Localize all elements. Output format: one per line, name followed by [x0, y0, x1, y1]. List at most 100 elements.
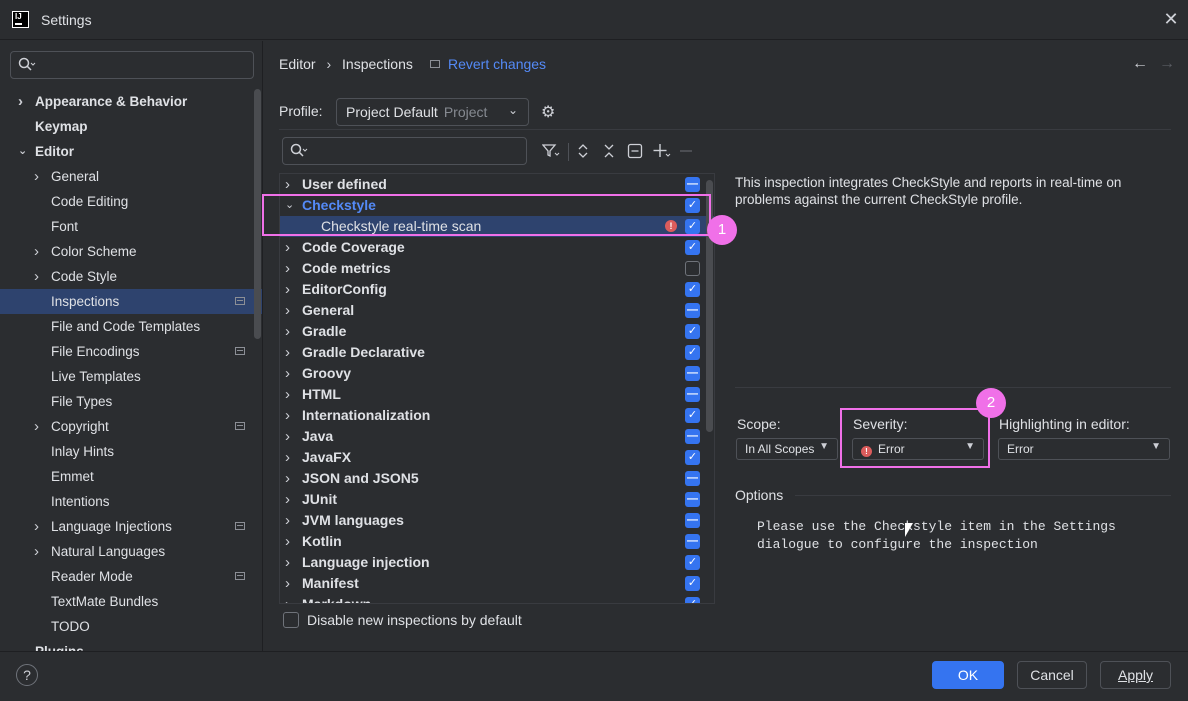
inspection-row[interactable]: › JVM languages — — [280, 510, 714, 531]
sidebar-item-file-encodings[interactable]: File Encodings — [0, 339, 262, 364]
inspection-row[interactable]: › Internationalization ✓ — [280, 405, 714, 426]
sidebar-scrollbar[interactable] — [254, 89, 261, 339]
sidebar-item-color-scheme[interactable]: › Color Scheme — [0, 239, 262, 264]
chevron-right-icon[interactable]: › — [285, 468, 290, 489]
inspection-checkbox[interactable]: — — [685, 429, 700, 444]
chevron-right-icon[interactable]: › — [285, 279, 290, 300]
collapse-all-icon[interactable] — [602, 143, 616, 162]
chevron-right-icon[interactable]: › — [285, 258, 290, 279]
inspection-checkbox[interactable]: — — [685, 513, 700, 528]
inspection-checkbox[interactable]: ✓ — [685, 324, 700, 339]
breadcrumb-editor[interactable]: Editor — [279, 56, 316, 72]
inspection-checkbox[interactable]: — — [685, 534, 700, 549]
add-icon[interactable] — [653, 143, 671, 162]
sidebar-item-file-types[interactable]: File Types — [0, 389, 262, 414]
chevron-right-icon[interactable]: › — [34, 514, 46, 539]
chevron-right-icon[interactable]: › — [34, 239, 46, 264]
severity-dropdown[interactable]: ! Error ▼ — [852, 438, 984, 460]
inspection-row[interactable]: › Code Coverage ✓ — [280, 237, 714, 258]
sidebar-item-copyright[interactable]: › Copyright — [0, 414, 262, 439]
sidebar-item-file-and-code-templates[interactable]: File and Code Templates — [0, 314, 262, 339]
chevron-right-icon[interactable]: › — [285, 489, 290, 510]
chevron-right-icon[interactable]: › — [285, 510, 290, 531]
sidebar-item-inlay-hints[interactable]: Inlay Hints — [0, 439, 262, 464]
reset-icon[interactable] — [627, 143, 643, 162]
chevron-right-icon[interactable]: › — [34, 539, 46, 564]
expand-all-icon[interactable] — [576, 143, 590, 162]
sidebar-item-code-style[interactable]: › Code Style — [0, 264, 262, 289]
chevron-right-icon[interactable]: › — [285, 342, 290, 363]
sidebar-item-reader-mode[interactable]: Reader Mode — [0, 564, 262, 589]
inspection-row[interactable]: › Kotlin — — [280, 531, 714, 552]
inspection-row[interactable]: › JSON and JSON5 — — [280, 468, 714, 489]
inspection-checkbox[interactable]: — — [685, 366, 700, 381]
chevron-right-icon[interactable]: › — [285, 405, 290, 426]
inspection-checkbox[interactable]: — — [685, 387, 700, 402]
inspection-checkbox[interactable]: — — [685, 303, 700, 318]
chevron-right-icon[interactable]: › — [34, 414, 46, 439]
inspection-row[interactable]: › Groovy — — [280, 363, 714, 384]
chevron-right-icon[interactable]: › — [285, 552, 290, 573]
inspection-checkbox[interactable]: ✓ — [685, 240, 700, 255]
chevron-right-icon[interactable]: › — [285, 426, 290, 447]
chevron-right-icon[interactable]: › — [285, 300, 290, 321]
inspection-checkbox[interactable]: ✓ — [685, 450, 700, 465]
chevron-right-icon[interactable]: › — [34, 164, 46, 189]
back-arrow-icon[interactable]: ← — [1132, 55, 1148, 73]
inspection-checkbox[interactable]: ✓ — [685, 597, 700, 603]
chevron-right-icon[interactable]: › — [285, 384, 290, 405]
sidebar-item-editor[interactable]: ⌄ Editor — [0, 139, 262, 164]
inspection-search-input[interactable] — [282, 137, 527, 165]
disable-new-inspections-checkbox[interactable] — [283, 612, 299, 628]
highlighting-dropdown[interactable]: Error ▼ — [998, 438, 1170, 460]
inspection-checkbox[interactable]: ✓ — [685, 408, 700, 423]
inspection-row[interactable]: › JUnit — — [280, 489, 714, 510]
inspection-row[interactable]: › Java — — [280, 426, 714, 447]
profile-dropdown[interactable]: Project Default Project ⌄ — [336, 98, 529, 126]
sidebar-item-intentions[interactable]: Intentions — [0, 489, 262, 514]
remove-icon[interactable] — [679, 143, 693, 162]
chevron-right-icon[interactable]: › — [285, 531, 290, 552]
chevron-right-icon[interactable]: › — [285, 174, 290, 195]
sidebar-item-font[interactable]: Font — [0, 214, 262, 239]
sidebar-item-plugins[interactable]: Plugins — [0, 639, 262, 651]
sidebar-item-code-editing[interactable]: Code Editing — [0, 189, 262, 214]
chevron-right-icon[interactable]: › — [34, 264, 46, 289]
chevron-right-icon[interactable]: › — [18, 89, 30, 114]
revert-changes-link[interactable]: Revert changes — [448, 55, 546, 73]
chevron-down-icon[interactable]: ⌄ — [18, 139, 30, 164]
sidebar-item-natural-languages[interactable]: › Natural Languages — [0, 539, 262, 564]
cancel-button[interactable]: Cancel — [1017, 661, 1087, 689]
inspection-checkbox[interactable]: — — [685, 177, 700, 192]
inspection-row[interactable]: › Gradle ✓ — [280, 321, 714, 342]
inspection-checkbox[interactable]: — — [685, 492, 700, 507]
filter-icon[interactable] — [541, 143, 560, 162]
close-icon[interactable]: ✕ — [1162, 10, 1180, 28]
sidebar-item-todo[interactable]: TODO — [0, 614, 262, 639]
inspection-row[interactable]: › Manifest ✓ — [280, 573, 714, 594]
inspection-row[interactable]: › Markdown ✓ — [280, 594, 714, 603]
inspection-row[interactable]: › User defined — — [280, 174, 714, 195]
chevron-right-icon[interactable]: › — [285, 573, 290, 594]
sidebar-item-keymap[interactable]: Keymap — [0, 114, 262, 139]
help-icon[interactable]: ? — [16, 664, 38, 686]
inspection-checkbox[interactable]: ✓ — [685, 282, 700, 297]
inspection-row[interactable]: › Code metrics — [280, 258, 714, 279]
forward-arrow-icon[interactable]: → — [1159, 55, 1175, 73]
inspection-row[interactable]: › Gradle Declarative ✓ — [280, 342, 714, 363]
sidebar-item-language-injections[interactable]: › Language Injections — [0, 514, 262, 539]
sidebar-item-textmate-bundles[interactable]: TextMate Bundles — [0, 589, 262, 614]
gear-icon[interactable]: ⚙ — [541, 102, 555, 122]
chevron-right-icon[interactable]: › — [285, 363, 290, 384]
inspection-row[interactable]: › Language injection ✓ — [280, 552, 714, 573]
apply-button[interactable]: Apply — [1100, 661, 1171, 689]
sidebar-item-emmet[interactable]: Emmet — [0, 464, 262, 489]
inspection-checkbox[interactable]: ✓ — [685, 345, 700, 360]
chevron-right-icon[interactable]: › — [285, 237, 290, 258]
inspection-row[interactable]: › HTML — — [280, 384, 714, 405]
inspection-checkbox[interactable]: — — [685, 471, 700, 486]
disable-new-inspections-label[interactable]: Disable new inspections by default — [307, 612, 522, 628]
sidebar-item-general[interactable]: › General — [0, 164, 262, 189]
inspection-checkbox[interactable] — [685, 261, 700, 276]
inspection-row[interactable]: › EditorConfig ✓ — [280, 279, 714, 300]
